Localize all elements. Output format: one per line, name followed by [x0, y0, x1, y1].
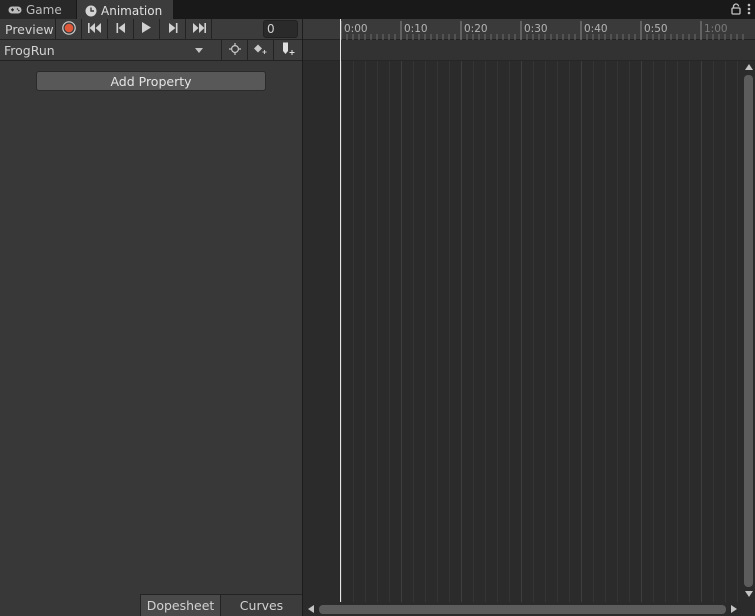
playback-toolbar: Preview 0 [0, 19, 302, 40]
grid-line [449, 61, 450, 603]
horizontal-scrollbar[interactable] [303, 602, 743, 616]
grid-line [473, 61, 474, 603]
grid-line [461, 61, 462, 603]
grid-line [737, 61, 738, 603]
gamepad-icon [8, 5, 22, 15]
grid-line [713, 61, 714, 603]
grid-line [533, 61, 534, 603]
clip-dropdown[interactable]: FrogRun [0, 40, 222, 60]
grid-line [653, 61, 654, 603]
add-keyframe-icon [253, 43, 269, 58]
add-event-button[interactable] [274, 40, 302, 60]
preview-button[interactable]: Preview [0, 19, 56, 39]
ruler-tick-label: 0:20 [464, 23, 488, 35]
grid-line [677, 61, 678, 603]
scroll-down-icon[interactable] [745, 591, 753, 597]
grid-line [569, 61, 570, 603]
dopesheet-grid[interactable] [303, 61, 743, 603]
ruler-tick-label: 0:30 [524, 23, 548, 35]
summary-keyframe-row[interactable] [303, 40, 755, 61]
clip-dropdown-value: FrogRun [4, 42, 55, 58]
grid-line [341, 61, 342, 603]
ruler-tick-label: 0:00 [344, 23, 368, 35]
ruler-tick-label: 1:00 [704, 23, 728, 35]
grid-line [689, 61, 690, 603]
add-event-icon [280, 42, 296, 59]
horizontal-scroll-thumb[interactable] [319, 605, 726, 614]
next-keyframe-button[interactable] [160, 19, 186, 39]
clock-icon [85, 5, 97, 17]
ruler-tick-label: 0:50 [644, 23, 668, 35]
scroll-up-icon[interactable] [745, 64, 753, 70]
vertical-scrollbar[interactable] [742, 61, 755, 603]
ruler-tick-label: 0:40 [584, 23, 608, 35]
record-button[interactable] [56, 19, 82, 39]
grid-line [485, 61, 486, 603]
play-button[interactable] [134, 19, 160, 39]
view-mode-tabs: Dopesheet Curves [140, 594, 302, 616]
grid-line [617, 61, 618, 603]
hierarchy-panel: Preview 0 FrogRun Add Property Dopesheet… [0, 19, 302, 616]
skip-to-start-icon [87, 22, 102, 36]
tab-dopesheet[interactable]: Dopesheet [140, 595, 220, 616]
timeline-panel: 0:00 0:10 0:20 0:30 0:40 0:50 1:00 [302, 19, 755, 616]
grid-line [377, 61, 378, 603]
grid-line [557, 61, 558, 603]
lock-icon[interactable] [731, 2, 741, 18]
playhead-line[interactable] [340, 19, 341, 603]
last-keyframe-button[interactable] [186, 19, 212, 39]
chevron-down-icon [195, 48, 203, 53]
grid-line [509, 61, 510, 603]
grid-line [401, 61, 402, 603]
scroll-right-icon[interactable] [731, 605, 737, 613]
crosshair-icon [228, 42, 241, 58]
grid-line [593, 61, 594, 603]
grid-line [545, 61, 546, 603]
frame-number-field[interactable]: 0 [263, 20, 298, 38]
add-property-button[interactable]: Add Property [36, 71, 266, 91]
step-back-icon [116, 22, 126, 36]
grid-line [725, 61, 726, 603]
grid-line [641, 61, 642, 603]
grid-line [605, 61, 606, 603]
grid-line [365, 61, 366, 603]
tab-animation[interactable]: Animation [77, 0, 173, 20]
tab-animation-label: Animation [101, 4, 163, 18]
record-icon [61, 20, 76, 38]
time-ruler[interactable]: 0:00 0:10 0:20 0:30 0:40 0:50 1:00 [303, 19, 755, 40]
window-tab-bar: Game Animation [0, 0, 755, 20]
grid-line [425, 61, 426, 603]
vertical-scroll-thumb[interactable] [744, 75, 753, 587]
add-keyframe-button[interactable] [248, 40, 274, 60]
grid-line [701, 61, 702, 603]
grid-line [497, 61, 498, 603]
clip-toolbar: FrogRun [0, 40, 302, 61]
grid-line [437, 61, 438, 603]
grid-line [629, 61, 630, 603]
grid-line [521, 61, 522, 603]
play-icon [142, 22, 151, 36]
scroll-left-icon[interactable] [308, 605, 314, 613]
grid-line [413, 61, 414, 603]
preview-label: Preview [5, 21, 54, 37]
grid-line [665, 61, 666, 603]
skip-to-end-icon [192, 22, 206, 36]
step-forward-icon [168, 22, 178, 36]
ruler-tick-label: 0:10 [404, 23, 428, 35]
filter-by-selection-button[interactable] [222, 40, 248, 60]
tab-curves[interactable]: Curves [220, 595, 302, 616]
tab-game[interactable]: Game [0, 0, 76, 20]
more-options-icon[interactable] [747, 3, 751, 18]
tab-game-label: Game [26, 3, 62, 17]
grid-line [353, 61, 354, 603]
previous-keyframe-button[interactable] [108, 19, 134, 39]
tab-bar-controls [731, 0, 755, 20]
first-keyframe-button[interactable] [82, 19, 108, 39]
grid-line [581, 61, 582, 603]
grid-line [389, 61, 390, 603]
